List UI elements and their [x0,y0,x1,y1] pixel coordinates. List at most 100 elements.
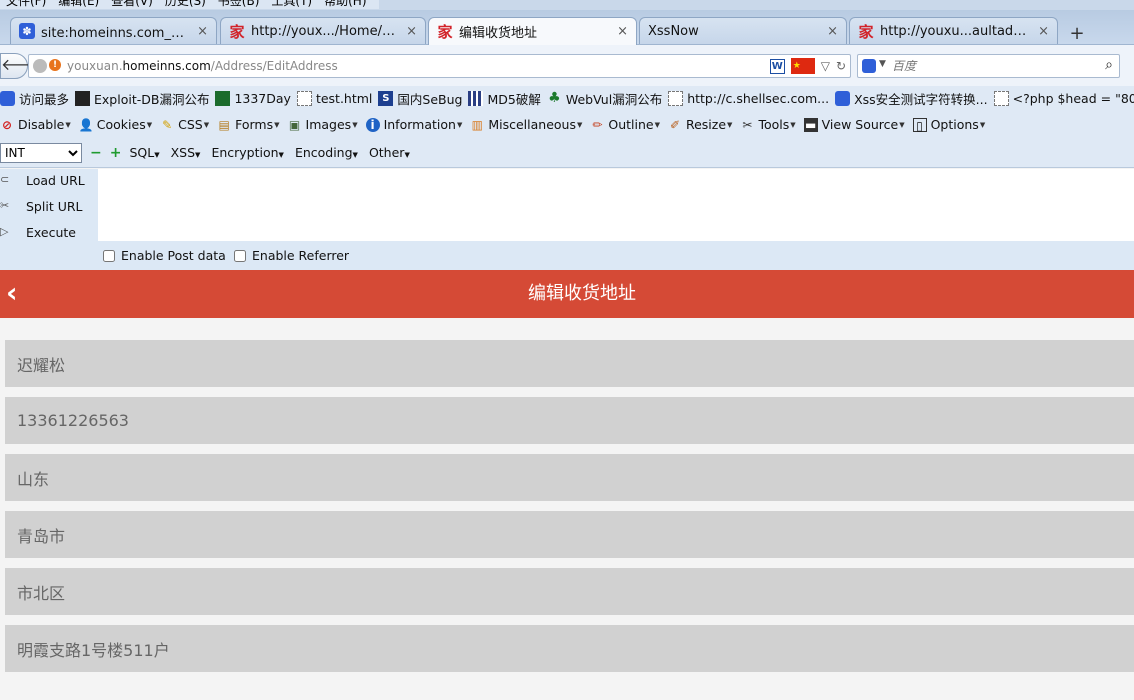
phone-field[interactable]: 13361226563 [5,397,1134,444]
receiver-name-field[interactable]: 迟耀松 [5,340,1134,387]
bookmark-label: <?php $head = "80v... [1012,91,1134,106]
search-input[interactable] [892,57,1092,75]
hackbar-encoding[interactable]: Encoding▼ [295,145,358,160]
referrer-checkbox[interactable] [234,249,246,262]
street-address-field[interactable]: 明霞支路1号楼511户 [5,625,1134,672]
hackbar-url-textarea[interactable] [98,169,1134,241]
reload-icon[interactable]: ↻ [836,59,846,73]
hackbar-toolbar: INT − + SQL▼ XSS▼ Encryption▼ Encoding▼ … [0,138,1134,168]
hackbar-encryption[interactable]: Encryption▼ [211,145,284,160]
back-button[interactable]: 🡐 [0,53,44,79]
paw-icon [0,91,15,106]
district-field[interactable]: 市北区 [5,568,1134,615]
tool-css[interactable]: ✎ CSS ▼ [160,117,209,132]
bookmark-1337day[interactable]: 1337Day [215,91,291,106]
checkbox-label: Enable Referrer [252,248,350,263]
close-icon[interactable]: × [827,24,838,39]
bookmark-test-html[interactable]: test.html [296,91,373,106]
dropdown-triangle-icon[interactable]: ▽ [821,59,830,73]
tool-label: Tools [758,117,790,132]
bookmark-php-head[interactable]: <?php $head = "80v... [993,91,1134,106]
play-icon: ▷ [0,225,9,238]
tool-tools[interactable]: ✂ Tools ▼ [740,117,795,132]
url-bar[interactable]: ! youxuan.homeinns.com/Address/EditAddre… [28,54,851,78]
tool-options[interactable]: ▯ Options ▼ [912,117,985,133]
execute-button[interactable]: ▷ Execute [0,221,76,243]
baidu-paw-icon: ✽ [19,23,35,39]
plus-icon[interactable]: + [110,145,122,161]
bookmark-exploit-db[interactable]: Exploit-DB漏洞公布 [75,89,209,108]
tab-baidu-search[interactable]: ✽ site:homeinns.com_百度... × [10,17,217,44]
close-icon[interactable]: × [1038,24,1049,39]
tool-label: XSS [170,145,196,160]
tab-label: http://youx.../Home/Sport [251,23,399,39]
search-icon[interactable]: ⌕ [1105,57,1113,73]
menu-help[interactable]: 帮助(H) [318,0,372,9]
bookmark-webvul[interactable]: ♣ WebVul漏洞公布 [547,89,662,108]
hackbar-other[interactable]: Other▼ [369,145,410,160]
split-url-button[interactable]: ✂ Split URL [0,195,83,217]
wrench-icon: ✂ [742,117,753,132]
tab-default-address[interactable]: 家 http://youxu...aultaddress × [849,17,1058,44]
tool-label: SQL [129,145,155,160]
tool-view-source[interactable]: ▬ View Source ▼ [803,117,905,132]
load-url-button[interactable]: ⊂ Load URL [0,169,85,191]
enable-post-checkbox[interactable]: Enable Post data [103,248,226,263]
enable-referrer-checkbox[interactable]: Enable Referrer [234,248,349,263]
tool-disable[interactable]: ⊘ Disable ▼ [0,117,71,132]
menu-view[interactable]: 查看(V) [105,0,159,9]
type-select[interactable]: INT [0,142,82,163]
menu-tools[interactable]: 工具(T) [265,0,318,9]
minus-icon[interactable]: − [90,145,102,161]
baidu-paw-icon[interactable] [862,59,876,73]
close-icon[interactable]: × [617,24,628,39]
menu-history[interactable]: 历史(S) [159,0,212,9]
bookmark-shellsec[interactable]: http://c.shellsec.com... [668,91,829,106]
tool-miscellaneous[interactable]: ▥ Miscellaneous ▼ [470,117,583,132]
tab-xssnow[interactable]: XssNow × [639,17,847,44]
wand-icon: ✎ [162,117,173,132]
word-icon[interactable]: W [769,58,785,74]
caret-down-icon: ▼ [352,151,358,159]
city-field[interactable]: 青岛市 [5,511,1134,558]
bookmark-most-visited[interactable]: 访问最多 [0,89,69,108]
tool-resize[interactable]: ✐ Resize ▼ [668,117,732,132]
tab-home-sport[interactable]: 家 http://youx.../Home/Sport × [220,17,426,44]
options-icon: ▯ [912,117,927,133]
tool-label: Miscellaneous [488,117,576,132]
tool-forms[interactable]: ▤ Forms ▼ [217,117,279,132]
menu-bar: 文件(F) 编辑(E) 查看(V) 历史(S) 书签(B) 工具(T) 帮助(H… [0,0,1134,10]
tool-images[interactable]: ▣ Images ▼ [288,117,358,132]
bookmark-sebug[interactable]: S 国内SeBug [378,89,462,108]
hackbar-xss[interactable]: XSS▼ [171,145,201,160]
close-icon[interactable]: × [197,24,208,39]
hackbar-sql[interactable]: SQL▼ [129,145,159,160]
chevron-down-icon[interactable]: ▼ [879,59,886,69]
tool-label: Disable [18,117,65,132]
bookmark-md5[interactable]: MD5破解 [468,89,541,108]
search-bar[interactable]: ▼ ⌕ [857,54,1120,78]
caret-down-icon: ▼ [65,120,71,129]
menu-bookmarks[interactable]: 书签(B) [212,0,266,9]
menu-file[interactable]: 文件(F) [0,0,52,9]
close-icon[interactable]: × [406,24,417,39]
tool-cookies[interactable]: 👤 Cookies ▼ [79,117,152,132]
page-header: ‹ 编辑收货地址 [0,270,1134,318]
china-flag-icon[interactable]: ★ [790,58,815,74]
new-tab-button[interactable]: + [1062,24,1092,46]
tab-edit-address[interactable]: 家 编辑收货地址 × [428,17,637,45]
bookmark-xss-converter[interactable]: Xss安全测试字符转换... [835,89,988,108]
bookmark-label: test.html [315,91,373,106]
bookmark-label: Exploit-DB漏洞公布 [94,92,210,107]
url-text[interactable]: youxuan.homeinns.com/Address/EditAddress [67,59,338,73]
post-checkbox[interactable] [103,249,115,262]
bookmark-label: MD5破解 [487,92,541,107]
menu-edit[interactable]: 编辑(E) [52,0,105,9]
tool-information[interactable]: i Information ▼ [365,117,462,132]
caret-down-icon: ▼ [146,120,153,129]
url-domain: homeinns.com [122,59,211,73]
caret-down-icon: ▼ [576,120,583,129]
tool-label: Forms [235,117,274,132]
province-field[interactable]: 山东 [5,454,1134,501]
tool-outline[interactable]: ✏ Outline ▼ [590,117,660,132]
